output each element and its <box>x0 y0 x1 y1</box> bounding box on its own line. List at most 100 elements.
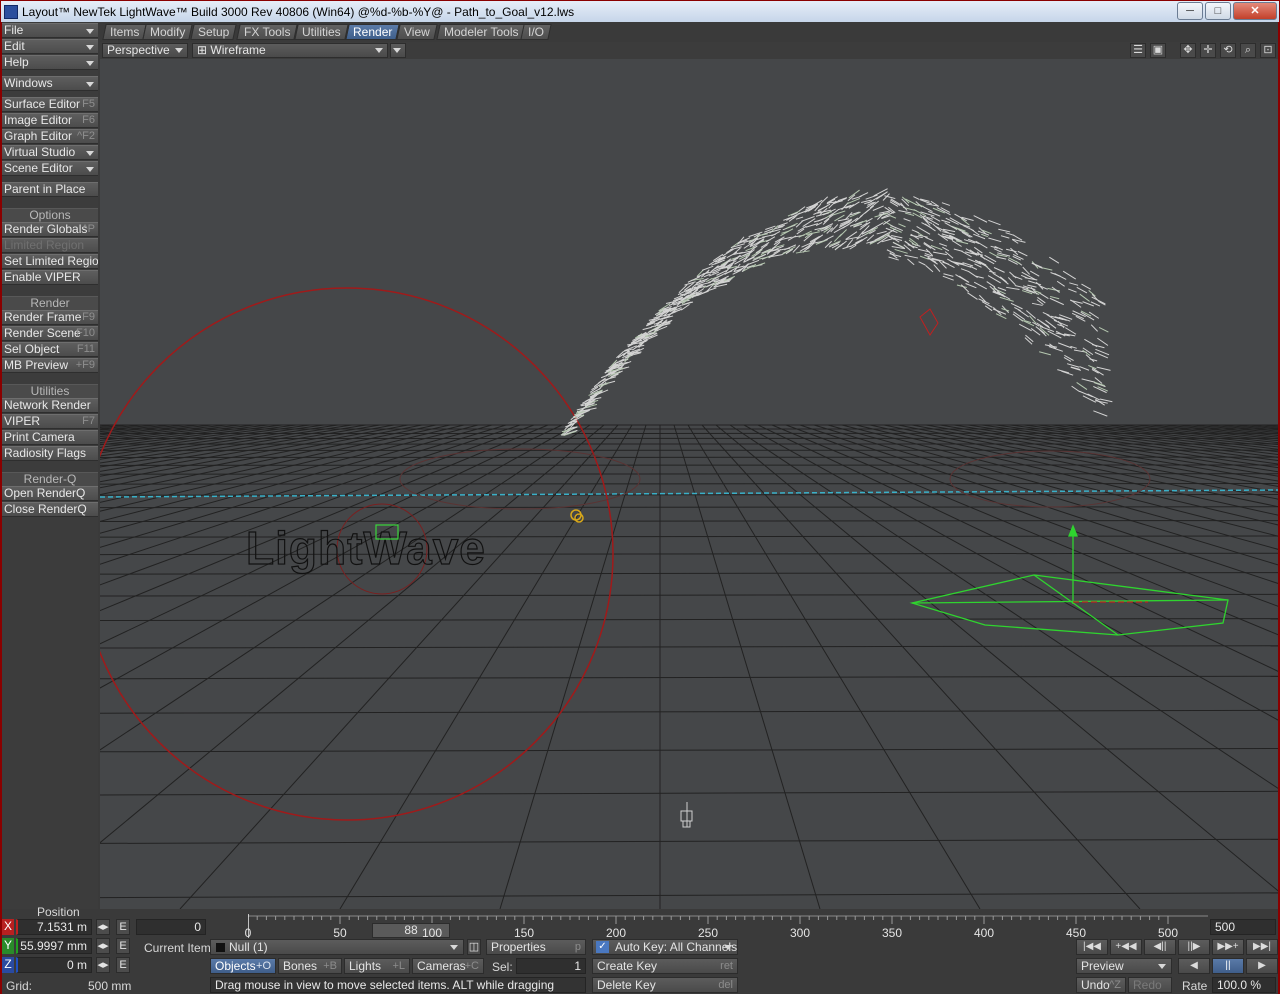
grid-value: 500 mm <box>88 979 132 993</box>
y-axis-label: Y <box>2 938 14 954</box>
y-envelope-button[interactable]: E <box>116 938 130 954</box>
objects-mode-button[interactable]: Objects +O <box>210 958 276 974</box>
scene-editor-menu[interactable]: Scene Editor <box>2 161 98 176</box>
radiosity-flags-button[interactable]: Radiosity Flags <box>2 446 98 461</box>
pan-view-icon[interactable]: ✛ <box>1200 43 1216 58</box>
zoom-view-icon[interactable]: ⌕ <box>1240 43 1256 58</box>
open-renderq-button[interactable]: Open RenderQ <box>2 486 98 501</box>
particle-wave <box>560 188 1113 437</box>
file-menu[interactable]: File <box>2 23 98 38</box>
lights-mode-button[interactable]: Lights +L <box>344 958 410 974</box>
go-to-end-button[interactable]: ▶▶| <box>1246 939 1278 955</box>
lightwave-logo-object[interactable]: LightWave <box>245 521 486 574</box>
frame-end-field[interactable]: 500 <box>1210 919 1276 935</box>
parent-in-place-button[interactable]: Parent in Place <box>2 182 98 197</box>
tab-setup[interactable]: Setup <box>190 24 238 40</box>
tab-modeler-tools[interactable]: Modeler Tools <box>436 24 527 40</box>
z-axis-label: Z <box>2 957 14 973</box>
timeline-tick-label: 350 <box>881 926 903 940</box>
close-button[interactable]: ✕ <box>1233 2 1277 20</box>
delete-key-button[interactable]: Delete Key del <box>592 977 738 993</box>
close-renderq-button[interactable]: Close RenderQ <box>2 502 98 517</box>
distant-circle <box>399 448 641 510</box>
chevron-down-icon <box>375 48 383 53</box>
bones-mode-button[interactable]: Bones +B <box>278 958 342 974</box>
chevron-down-icon <box>393 48 401 53</box>
step-forward-button[interactable]: ||▶ <box>1178 939 1210 955</box>
left-toolbar: File Edit Help Windows Surface Editor F5 … <box>2 23 98 993</box>
virtual-studio-menu[interactable]: Virtual Studio <box>2 145 98 160</box>
x-position-field[interactable]: 7.1531 m <box>16 919 92 935</box>
list-icon[interactable]: ☰ <box>1130 43 1146 58</box>
step-back-button[interactable]: ◀|| <box>1144 939 1176 955</box>
3d-viewport[interactable]: LightWave <box>100 59 1278 909</box>
sel-object-button[interactable]: Sel Object F11 <box>2 342 98 357</box>
tab-items[interactable]: Items <box>102 24 148 40</box>
item-picker-icon[interactable]: ◫ <box>467 939 481 955</box>
render-globals-button[interactable]: Render Globals ^P <box>2 222 98 237</box>
z-position-field[interactable]: 0 m <box>16 957 92 973</box>
tab-fx-tools[interactable]: FX Tools <box>236 24 299 40</box>
next-key-button[interactable]: ▶▶+ <box>1212 939 1244 955</box>
save-view-icon[interactable]: ▣ <box>1150 43 1166 58</box>
go-to-start-button[interactable]: |◀◀ <box>1076 939 1108 955</box>
current-item-select[interactable]: Null (1) <box>210 939 464 955</box>
selection-count: 1 <box>516 958 586 974</box>
viewport-options-dropdown[interactable] <box>390 43 406 58</box>
render-scene-button[interactable]: Render Scene F10 <box>2 326 98 341</box>
rate-field[interactable]: 100.0 % <box>1212 977 1276 993</box>
frame-start-field[interactable]: 0 <box>136 919 206 935</box>
set-limited-region-button[interactable]: Set Limited Region <box>2 254 98 269</box>
window-title: Layout™ NewTek LightWave™ Build 3000 Rev… <box>22 4 575 19</box>
current-item-label: Current Item <box>144 941 211 955</box>
maximize-viewport-icon[interactable]: ⊡ <box>1260 43 1276 58</box>
tab-view[interactable]: View <box>396 24 438 40</box>
x-envelope-button[interactable]: E <box>116 919 130 935</box>
maximize-button[interactable]: □ <box>1205 2 1231 20</box>
enable-viper-button[interactable]: Enable VIPER <box>2 270 98 285</box>
properties-button[interactable]: Properties p <box>486 939 586 955</box>
timeline-tick-label: 50 <box>333 926 347 940</box>
timeline-slider[interactable]: 88 0 50 100 150 200 250 300 350 400 450 500 <box>245 912 1208 940</box>
help-menu[interactable]: Help <box>2 55 98 70</box>
surface-editor-button[interactable]: Surface Editor F5 <box>2 97 98 112</box>
limited-region-button[interactable]: Limited Region <box>2 238 98 253</box>
chevron-down-icon <box>86 29 94 34</box>
network-render-button[interactable]: Network Render <box>2 398 98 413</box>
z-lock-icon[interactable]: ◂▸ <box>96 957 110 973</box>
graph-editor-button[interactable]: Graph Editor ^F2 <box>2 129 98 144</box>
y-lock-icon[interactable]: ◂▸ <box>96 938 110 954</box>
mb-preview-button[interactable]: MB Preview +F9 <box>2 358 98 373</box>
tab-io[interactable]: I/O <box>520 24 552 40</box>
pause-button[interactable]: || <box>1212 958 1244 974</box>
null-item-icon <box>216 943 225 952</box>
redo-button[interactable]: Redo <box>1128 977 1172 993</box>
create-key-button[interactable]: Create Key ret <box>592 958 738 974</box>
z-envelope-button[interactable]: E <box>116 957 130 973</box>
print-camera-button[interactable]: Print Camera <box>2 430 98 445</box>
tab-render[interactable]: Render <box>345 24 401 40</box>
camera-icon[interactable] <box>680 802 693 828</box>
render-mode-select[interactable]: ⊞ Wireframe <box>192 43 388 58</box>
minimize-button[interactable]: ─ <box>1177 2 1203 20</box>
x-lock-icon[interactable]: ◂▸ <box>96 919 110 935</box>
play-reverse-button[interactable]: ◀ <box>1178 958 1210 974</box>
tab-modify[interactable]: Modify <box>142 24 194 40</box>
viper-button[interactable]: VIPER F7 <box>2 414 98 429</box>
preview-select[interactable]: Preview <box>1076 958 1172 974</box>
auto-key-select[interactable]: ✓ Auto Key: All Channels <box>592 939 738 955</box>
play-forward-button[interactable]: ▶ <box>1246 958 1278 974</box>
windows-menu[interactable]: Windows <box>2 76 98 91</box>
timeline-tick-label: 450 <box>1065 926 1087 940</box>
undo-button[interactable]: Undo ^Z <box>1076 977 1126 993</box>
previous-key-button[interactable]: +◀◀ <box>1110 939 1142 955</box>
cameras-mode-button[interactable]: Cameras +C <box>412 958 484 974</box>
rotate-view-icon[interactable]: ⟲ <box>1220 43 1236 58</box>
view-mode-select[interactable]: Perspective <box>102 43 188 58</box>
y-position-field[interactable]: 55.9997 mm <box>16 938 92 954</box>
edit-menu[interactable]: Edit <box>2 39 98 54</box>
move-view-icon[interactable]: ✥ <box>1180 43 1196 58</box>
tab-utilities[interactable]: Utilities <box>294 24 349 40</box>
render-frame-button[interactable]: Render Frame F9 <box>2 310 98 325</box>
image-editor-button[interactable]: Image Editor F6 <box>2 113 98 128</box>
